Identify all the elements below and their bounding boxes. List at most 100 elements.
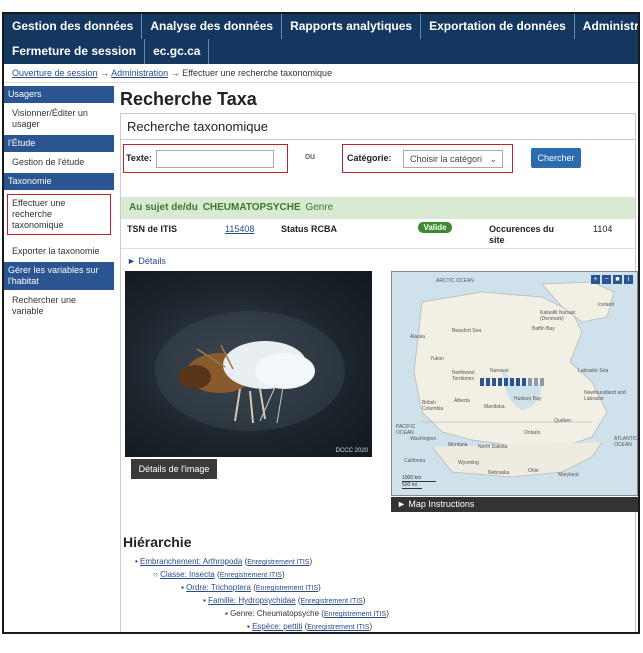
sidebar-item-exporter-taxonomie[interactable]: Exporter la taxonomie — [4, 241, 114, 262]
sidebar: Usagers Visionner/Éditer un usager l'Étu… — [4, 86, 114, 322]
map-label: Baffin Bay — [532, 326, 555, 332]
top-nav-row-2: Fermeture de session ec.gc.ca — [4, 39, 210, 64]
top-navigation: Gestion des données Analyse des données … — [4, 14, 638, 64]
zoom-out-icon[interactable]: − — [602, 275, 611, 284]
info-icon[interactable]: i — [624, 275, 633, 284]
map-scale-mi: 500 mi — [402, 482, 422, 489]
map-label: Ohio — [528, 468, 539, 474]
map-label: Alaska — [410, 334, 426, 340]
zoom-in-icon[interactable]: + — [591, 275, 600, 284]
about-prefix: Au sujet de/du — [129, 202, 198, 213]
about-taxon-name: CHEUMATOPSYCHE — [202, 202, 301, 213]
bullet-icon: ▪ — [225, 609, 228, 618]
status-badge: Valide — [418, 222, 452, 233]
map-label: Northwest Territories — [452, 370, 475, 382]
hierarchy-label: Genre: Cheumatopsyche — [230, 609, 320, 618]
category-search-group: Catégorie: Choisir la catégori ⌄ — [342, 144, 513, 173]
app-frame: Gestion des données Analyse des données … — [2, 12, 640, 634]
nav-gestion-donnees[interactable]: Gestion des données — [4, 14, 143, 39]
about-taxon-bar: Au sujet de/du CHEUMATOPSYCHE Genre — [121, 197, 635, 219]
image-details-button[interactable]: Détails de l'image — [131, 459, 217, 479]
map-label: Yukon — [430, 356, 444, 362]
main-content: Recherche Taxa Recherche taxonomique Tex… — [120, 86, 638, 632]
sidebar-item-visionner-usager[interactable]: Visionner/Éditer un usager — [4, 103, 114, 135]
chevron-down-icon: ⌄ — [489, 154, 497, 164]
panel-title: Recherche taxonomique — [127, 119, 268, 134]
tsn-link[interactable]: 115408 — [225, 224, 254, 234]
larva-image — [155, 311, 345, 431]
itis-record-link[interactable]: Enregistrement ITIS — [307, 624, 369, 631]
bullet-icon: ▪ — [203, 596, 206, 605]
text-search-input[interactable] — [156, 150, 274, 168]
nav-rapports-analytiques[interactable]: Rapports analytiques — [282, 14, 422, 39]
map-label: ARCTIC OCEAN — [436, 278, 474, 284]
bullet-icon: ○ — [153, 570, 158, 579]
hierarchy-link[interactable]: Espèce: pettiti — [252, 622, 302, 631]
map-label: Ontario — [524, 430, 541, 436]
text-search-group: Texte: — [123, 144, 288, 173]
bullet-icon: ▪ — [247, 622, 250, 631]
search-button[interactable]: Chercher — [531, 148, 581, 168]
map-label: Newfoundland and Labrador — [584, 390, 626, 402]
panel-divider — [121, 139, 635, 140]
breadcrumb-link-administration[interactable]: Administration — [111, 68, 168, 78]
sidebar-heading-taxonomie: Taxonomie — [4, 173, 114, 190]
nav-fermeture-session[interactable]: Fermeture de session — [4, 39, 146, 64]
map-label: Nebraska — [488, 470, 510, 476]
breadcrumb-divider — [4, 82, 638, 83]
details-toggle[interactable]: ► Détails — [127, 256, 166, 266]
sidebar-item-recherche-taxonomique[interactable]: Effectuer une recherche taxonomique — [7, 194, 111, 235]
itis-record-link[interactable]: Enregistrement ITIS — [247, 559, 309, 566]
itis-record-link[interactable]: Enregistrement ITIS — [220, 572, 282, 579]
map-label: North Dakota — [478, 444, 508, 450]
hierarchy-item: ○ Classe: Insecta (Enregistrement ITIS) — [153, 570, 285, 579]
hierarchy-link[interactable]: Famille: Hydropsychidae — [208, 596, 296, 605]
itis-record-link[interactable]: Enregistrement ITIS — [301, 598, 363, 605]
map-controls: + − ■ i — [591, 275, 633, 284]
status-label: Status RCBA — [281, 224, 338, 234]
hierarchy-link[interactable]: Ordre: Trichoptera — [186, 583, 251, 592]
breadcrumb-current: Effectuer une recherche taxonomique — [182, 68, 333, 78]
nav-ec-gc-ca[interactable]: ec.gc.ca — [145, 39, 210, 64]
category-label: Catégorie: — [347, 153, 392, 163]
taxon-photo: DCCC 2020 — [125, 271, 372, 457]
nav-analyse-donnees[interactable]: Analyse des données — [142, 14, 283, 39]
text-label: Texte: — [126, 153, 152, 163]
map-label: Montana — [448, 442, 468, 448]
breadcrumb-separator: → — [100, 68, 110, 78]
sidebar-heading-variables-habitat: Gérer les variables sur l'habitat — [4, 262, 114, 290]
about-taxon-rank: Genre — [305, 202, 334, 213]
map-scale-km: 1000 km — [402, 475, 436, 482]
hierarchy-item: ▪ Ordre: Trichoptera (Enregistrement ITI… — [181, 583, 321, 592]
layers-icon[interactable]: ■ — [613, 275, 622, 284]
map-label: Maryland — [558, 472, 579, 478]
itis-record-link[interactable]: Enregistrement ITIS — [256, 585, 318, 592]
page-title: Recherche Taxa — [120, 89, 257, 109]
map-instructions-toggle[interactable]: ► Map Instructions — [391, 497, 638, 512]
hierarchy-link[interactable]: Classe: Insecta — [160, 570, 215, 579]
nav-exportation-donnees[interactable]: Exportation de données — [421, 14, 575, 39]
sidebar-item-rechercher-variable[interactable]: Rechercher une variable — [4, 290, 114, 322]
breadcrumb-link-login[interactable]: Ouverture de session — [12, 68, 98, 78]
sidebar-item-gestion-etude[interactable]: Gestion de l'étude — [4, 152, 114, 173]
map-label: Hudson Bay — [514, 396, 542, 402]
itis-record-link[interactable]: Enregistrement ITIS — [324, 611, 386, 618]
occurrence-map[interactable]: + − ■ i ARCTIC OCEAN Kalaallit Nunaat (D… — [391, 271, 638, 496]
sidebar-heading-usagers: Usagers — [4, 86, 114, 103]
map-label: Manitoba — [484, 404, 505, 410]
breadcrumb-separator: → — [170, 68, 180, 78]
hierarchy-item: ▪ Famille: Hydropsychidae (Enregistremen… — [203, 596, 366, 605]
category-select[interactable]: Choisir la catégori ⌄ — [403, 150, 503, 168]
hierarchy-item: ▪ Espèce: pettiti (Enregistrement ITIS) — [247, 622, 373, 631]
map-label: PACIFIC OCEAN — [396, 424, 416, 436]
hierarchy-item: • Embranchement: Arthropoda (Enregistrem… — [135, 557, 313, 566]
photo-credit: DCCC 2020 — [335, 448, 368, 454]
hierarchy-link[interactable]: Embranchement: Arthropoda — [140, 557, 242, 566]
map-label: Alberta — [454, 398, 470, 404]
taxon-info-row: TSN de ITIS 115408 Status RCBA Valide Oc… — [121, 219, 635, 249]
occurrences-value: 1104 — [593, 224, 613, 234]
map-label: Beaufort Sea — [452, 328, 482, 334]
map-label: California — [404, 458, 426, 464]
nav-administration[interactable]: Administration — [575, 14, 638, 39]
bullet-icon: ▪ — [181, 583, 184, 592]
